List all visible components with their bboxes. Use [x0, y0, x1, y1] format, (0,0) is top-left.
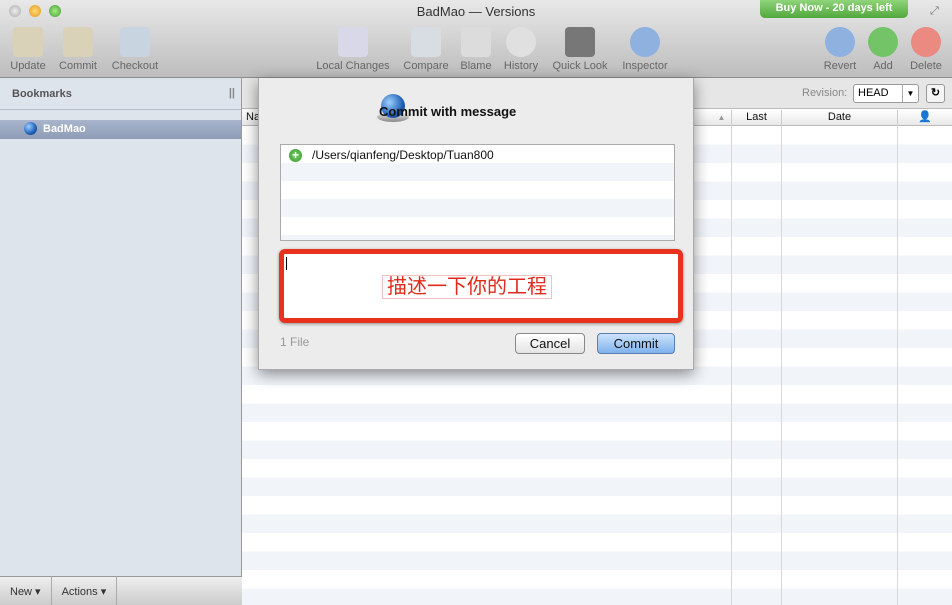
column-divider [781, 126, 782, 605]
toolbar-revert[interactable]: Revert [822, 27, 858, 72]
refresh-button[interactable]: ↻ [926, 84, 945, 103]
commit-message-text: 描述一下你的工程 [382, 275, 552, 299]
actions-button[interactable]: Actions ▾ [52, 577, 118, 605]
delete-icon [911, 27, 941, 57]
dialog-title: Commit with message [379, 104, 517, 119]
sidebar: Bookmarks || BadMao New ▾ Actions ▾ [0, 78, 242, 605]
add-icon: + [289, 148, 302, 162]
buy-now-button[interactable]: Buy Now - 20 days left [760, 0, 908, 18]
person-icon: 👤 [918, 111, 932, 123]
commit-button[interactable]: Commit [597, 333, 675, 354]
toolbar-commit[interactable]: Commit [56, 27, 100, 72]
toolbar-history[interactable]: History [501, 27, 541, 72]
commit-message-input[interactable]: 描述一下你的工程 [279, 249, 683, 323]
resize-grip[interactable]: || [229, 87, 235, 99]
column-divider [897, 126, 898, 605]
history-icon [506, 27, 536, 57]
fullscreen-icon[interactable]: ⤢ [930, 5, 939, 18]
text-caret [286, 257, 287, 270]
update-icon [13, 27, 43, 57]
blame-icon [461, 27, 491, 57]
chevron-down-icon: ▼ [902, 85, 918, 102]
toolbar-compare[interactable]: Compare [401, 27, 451, 72]
bookmarks-header: Bookmarks || [0, 78, 241, 110]
checkout-icon [120, 27, 150, 57]
repository-icon [24, 122, 37, 135]
commit-icon [63, 27, 93, 57]
list-item[interactable]: +/Users/qianfeng/Desktop/Tuan800 [289, 148, 494, 162]
file-count: 1 File [280, 335, 310, 349]
toolbar-delete[interactable]: Delete [908, 27, 944, 72]
toolbar-add[interactable]: Add [868, 27, 898, 72]
refresh-icon: ↻ [930, 87, 941, 99]
add-icon [868, 27, 898, 57]
column-divider [731, 126, 732, 605]
revert-icon [825, 27, 855, 57]
column-last[interactable]: Last [731, 110, 781, 126]
sidebar-bottom-bar: New ▾ Actions ▾ [0, 576, 242, 605]
commit-dialog: Commit with message +/Users/qianfeng/Des… [258, 78, 694, 370]
compare-icon [411, 27, 441, 57]
commit-file-list: +/Users/qianfeng/Desktop/Tuan800 [280, 144, 675, 241]
bookmark-item-badmao[interactable]: BadMao [0, 120, 241, 139]
local-changes-icon [338, 27, 368, 57]
toolbar-update[interactable]: Update [8, 27, 48, 72]
inspector-icon [630, 27, 660, 57]
toolbar-blame[interactable]: Blame [459, 27, 493, 72]
new-button[interactable]: New ▾ [0, 577, 52, 605]
quick-look-icon [565, 27, 595, 57]
title-bar: BadMao — Versions Buy Now - 20 days left… [0, 0, 952, 78]
toolbar-local-changes[interactable]: Local Changes [314, 27, 392, 72]
toolbar-inspector[interactable]: Inspector [619, 27, 671, 72]
toolbar-checkout[interactable]: Checkout [110, 27, 160, 72]
cancel-button[interactable]: Cancel [515, 333, 585, 354]
sort-arrow-icon: ▲ [717, 113, 726, 122]
column-author[interactable]: 👤 [897, 110, 952, 126]
revision-label: Revision: [802, 87, 848, 99]
toolbar-quick-look[interactable]: Quick Look [550, 27, 610, 72]
revision-select[interactable]: HEAD ▼ [853, 84, 919, 103]
column-date[interactable]: Date [781, 110, 897, 126]
